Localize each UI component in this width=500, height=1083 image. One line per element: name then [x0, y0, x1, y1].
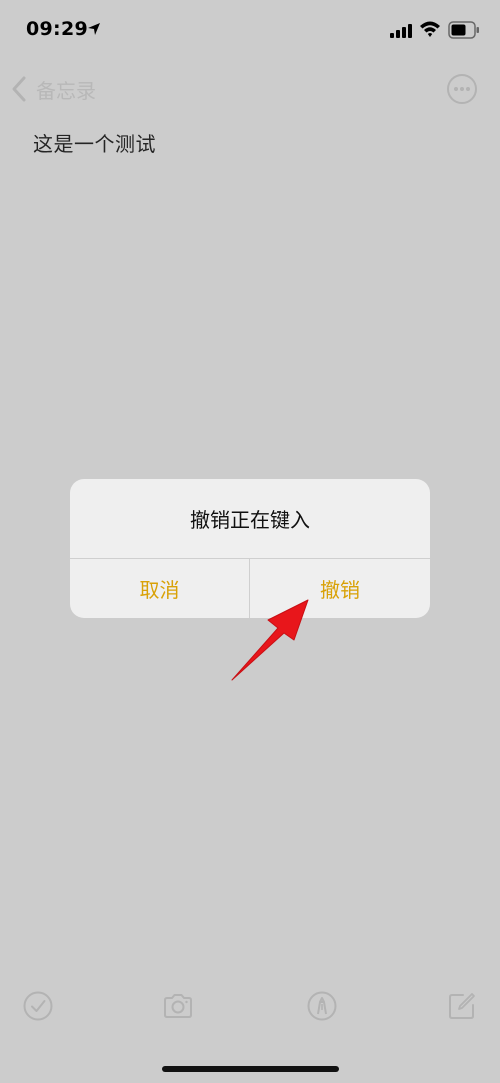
status-time: 09:29 [26, 18, 88, 40]
cancel-button[interactable]: 取消 [70, 559, 249, 618]
alert-title: 撤销正在键入 [190, 508, 310, 532]
ellipsis-circle-icon[interactable] [446, 73, 478, 105]
chevron-left-icon [12, 76, 26, 102]
red-arrow-annotation [231, 599, 309, 681]
checklist-icon[interactable] [22, 990, 54, 1022]
note-text[interactable]: 这是一个测试 [33, 128, 156, 157]
battery-icon [448, 21, 479, 39]
nav-bar: 备忘录 [0, 66, 500, 112]
wifi-icon [420, 21, 440, 37]
markup-pen-icon[interactable] [306, 990, 338, 1022]
location-arrow-icon [88, 23, 100, 35]
camera-icon[interactable] [162, 990, 194, 1022]
compose-icon[interactable] [446, 990, 478, 1022]
home-indicator[interactable] [162, 1066, 339, 1072]
back-button[interactable]: 备忘录 [10, 72, 96, 106]
status-bar: 09:29 [0, 0, 500, 60]
cellular-signal-icon [390, 24, 412, 38]
back-label: 备忘录 [36, 78, 96, 103]
